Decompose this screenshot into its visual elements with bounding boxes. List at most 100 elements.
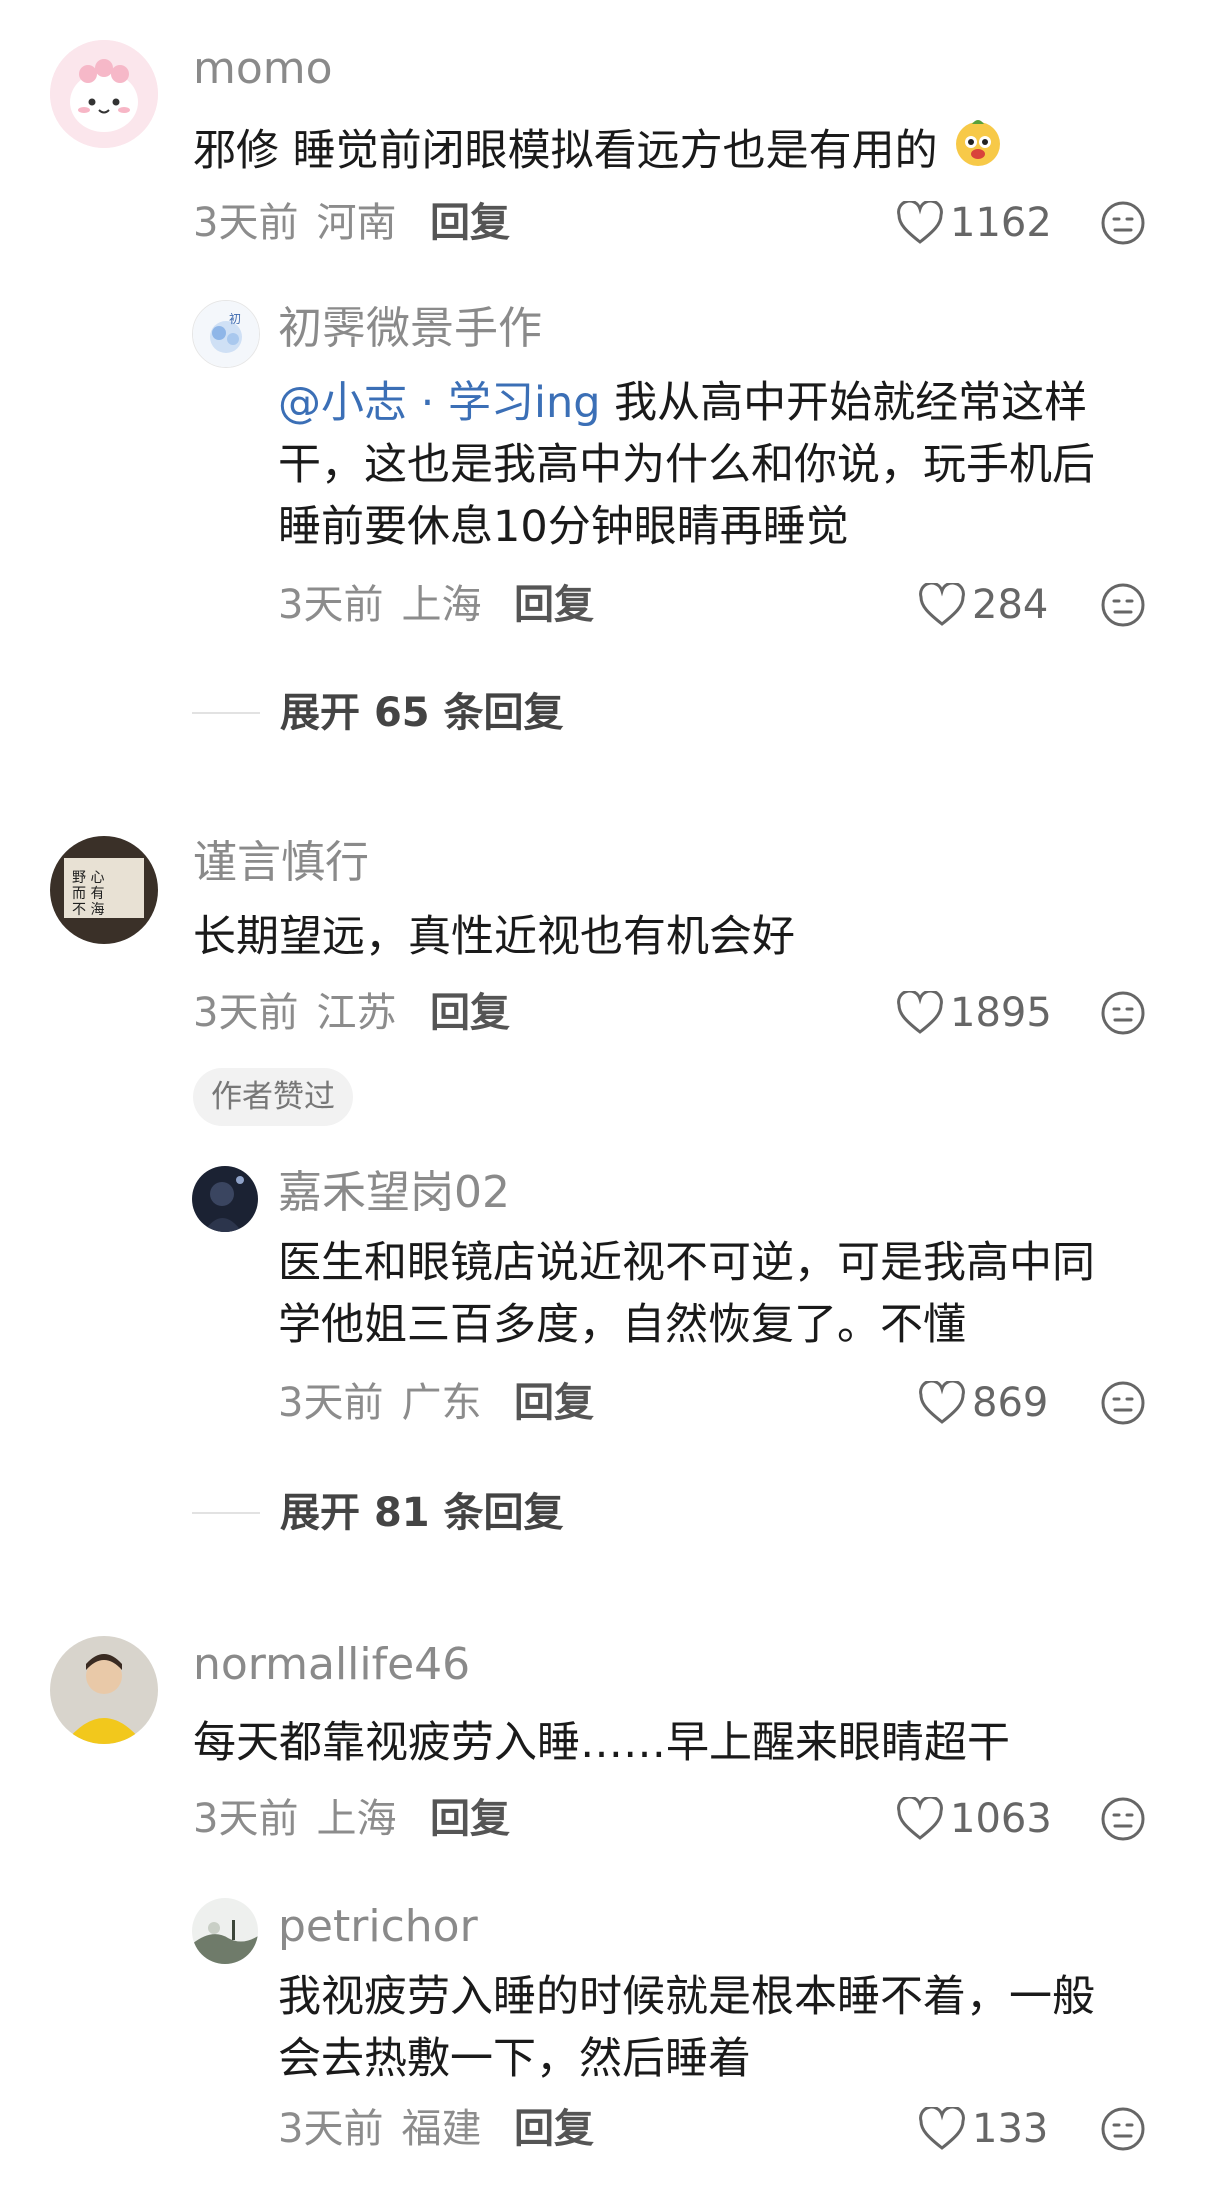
expand-prefix: 展开	[280, 1490, 360, 1536]
reply-time: 3天前	[278, 1380, 384, 1426]
svg-text:野 心: 野 心	[72, 870, 104, 886]
night-portrait-avatar-icon	[192, 1166, 258, 1232]
reply-button[interactable]: 回复	[514, 2104, 594, 2154]
reply-text-line: 学他姐三百多度，自然恢复了。不懂	[278, 1300, 966, 1350]
dislike-button[interactable]	[1100, 2106, 1146, 2156]
comment-region: 江苏	[316, 990, 397, 1036]
avatar[interactable]: 野 心 而 有 不 海	[50, 836, 158, 944]
avatar[interactable]	[50, 40, 158, 148]
divider-line	[192, 712, 260, 714]
like-button[interactable]: 1895	[896, 988, 1052, 1038]
meh-face-icon	[1101, 991, 1145, 1035]
reply-meta: 3天前 上海	[278, 580, 481, 630]
reply-button[interactable]: 回复	[430, 198, 510, 248]
expand-count: 81	[373, 1490, 430, 1536]
like-count: 284	[972, 582, 1049, 628]
heart-icon	[919, 1381, 965, 1424]
comment-region: 河南	[316, 200, 397, 246]
avatar[interactable]	[192, 1166, 258, 1232]
reply-region: 上海	[401, 582, 482, 628]
comment-region: 上海	[316, 1796, 397, 1842]
heart-icon	[897, 991, 943, 1034]
heart-icon	[919, 2107, 965, 2150]
reply-region: 广东	[401, 1380, 482, 1426]
mention-link[interactable]: @小志 · 学习ing	[278, 378, 601, 428]
reply-time: 3天前	[278, 582, 384, 628]
author-liked-badge: 作者赞过	[193, 1068, 353, 1126]
reply-text-line: 我从高中开始就经常这样	[600, 378, 1088, 428]
calligraphy-avatar-icon: 野 心 而 有 不 海	[50, 836, 158, 944]
reply-username[interactable]: 初霁微景手作	[278, 302, 542, 356]
like-button[interactable]: 1063	[896, 1794, 1052, 1844]
comment-username[interactable]: momo	[193, 42, 333, 96]
expand-replies-button[interactable]: 展开 81 条回复	[192, 1488, 564, 1538]
avatar[interactable]	[192, 1898, 258, 1964]
reply-text: 我视疲劳入睡的时候就是根本睡不着，一般 会去热敷一下，然后睡着	[278, 1966, 1178, 2090]
comment-meta: 3天前 河南	[193, 198, 396, 248]
comment-time: 3天前	[193, 990, 299, 1036]
reply-meta: 3天前 福建	[278, 2104, 481, 2154]
comment-meta: 3天前 江苏	[193, 988, 396, 1038]
like-button[interactable]: 133	[918, 2104, 1048, 2154]
like-button[interactable]: 869	[918, 1378, 1048, 1428]
meh-face-icon	[1101, 583, 1145, 627]
avatar[interactable]	[50, 1636, 158, 1744]
expand-suffix: 条回复	[443, 690, 564, 736]
pink-cartoon-avatar-icon	[50, 40, 158, 148]
svg-text:不 海: 不 海	[72, 902, 104, 918]
expand-count: 65	[373, 690, 430, 736]
landscape-avatar-icon	[192, 1898, 258, 1964]
like-button[interactable]: 284	[918, 580, 1048, 630]
dislike-button[interactable]	[1100, 1796, 1146, 1846]
dislike-button[interactable]	[1100, 1380, 1146, 1430]
comment-time: 3天前	[193, 200, 299, 246]
blue-flower-avatar-icon: 初	[193, 301, 259, 367]
expand-prefix: 展开	[280, 690, 360, 736]
reply-username[interactable]: petrichor	[278, 1900, 478, 1954]
reply-region: 福建	[401, 2106, 482, 2152]
meh-face-icon	[1101, 201, 1145, 245]
reply-button[interactable]: 回复	[430, 988, 510, 1038]
reply-text-line: 我视疲劳入睡的时候就是根本睡不着，一般	[278, 1972, 1095, 2022]
comment-text-body: 邪修 睡觉前闭眼模拟看远方也是有用的	[193, 125, 938, 176]
avatar[interactable]: 初	[192, 300, 260, 368]
dislike-button[interactable]	[1100, 200, 1146, 250]
reply-text: @小志 · 学习ing 我从高中开始就经常这样 干，这也是我高中为什么和你说，玩…	[278, 372, 1178, 558]
like-count: 1063	[950, 1796, 1052, 1842]
heart-icon	[897, 201, 943, 244]
comment-text: 邪修 睡觉前闭眼模拟看远方也是有用的	[193, 116, 1004, 185]
reply-text-line: 医生和眼镜店说近视不可逆，可是我高中同	[278, 1238, 1095, 1288]
reply-text-line: 干，这也是我高中为什么和你说，玩手机后	[278, 440, 1095, 490]
reply-text-line: 会去热敷一下，然后睡着	[278, 2034, 751, 2084]
comment-text: 每天都靠视疲劳入睡……早上醒来眼睛超干	[193, 1718, 1010, 1768]
comment-time: 3天前	[193, 1796, 299, 1842]
reply-time: 3天前	[278, 2106, 384, 2152]
reply-username[interactable]: 嘉禾望岗02	[278, 1166, 510, 1220]
meh-face-icon	[1101, 1797, 1145, 1841]
reply-button[interactable]: 回复	[430, 1794, 510, 1844]
svg-text:初: 初	[229, 312, 241, 326]
dislike-button[interactable]	[1100, 990, 1146, 1040]
cartoon-emoji-icon	[952, 116, 1004, 185]
reply-text: 医生和眼镜店说近视不可逆，可是我高中同 学他姐三百多度，自然恢复了。不懂	[278, 1232, 1178, 1356]
like-count: 1895	[950, 990, 1052, 1036]
like-count: 1162	[950, 200, 1052, 246]
comment-text: 长期望远，真性近视也有机会好	[193, 912, 795, 962]
meh-face-icon	[1101, 1381, 1145, 1425]
svg-text:而 有: 而 有	[72, 886, 104, 902]
expand-suffix: 条回复	[443, 1490, 564, 1536]
reply-text-line: 睡前要休息10分钟眼睛再睡觉	[278, 502, 849, 552]
like-button[interactable]: 1162	[896, 198, 1052, 248]
meh-face-icon	[1101, 2107, 1145, 2151]
reply-meta: 3天前 广东	[278, 1378, 481, 1428]
heart-icon	[919, 583, 965, 626]
dislike-button[interactable]	[1100, 582, 1146, 632]
comment-username[interactable]: 谨言慎行	[193, 836, 369, 890]
comment-meta: 3天前 上海	[193, 1794, 396, 1844]
divider-line	[192, 1512, 260, 1514]
expand-replies-button[interactable]: 展开 65 条回复	[192, 688, 564, 738]
reply-button[interactable]: 回复	[514, 1378, 594, 1428]
person-photo-avatar-icon	[50, 1636, 158, 1744]
comment-username[interactable]: normallife46	[193, 1638, 470, 1692]
reply-button[interactable]: 回复	[514, 580, 594, 630]
